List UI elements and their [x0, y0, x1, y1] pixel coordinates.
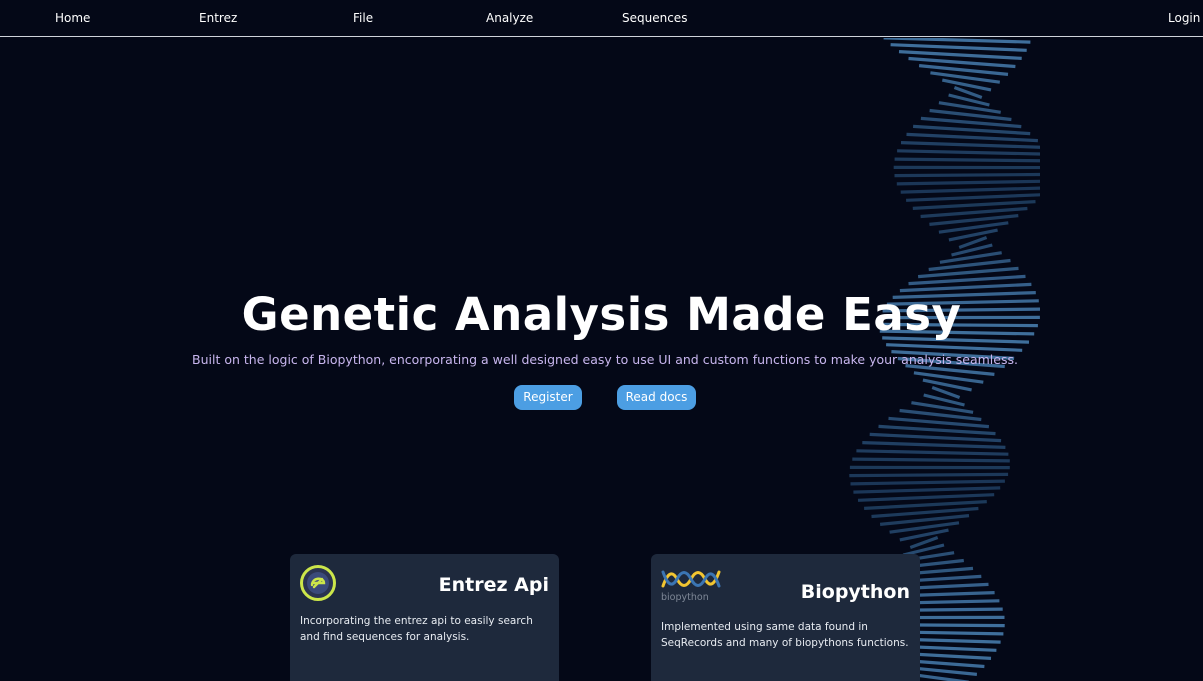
nav-analyze[interactable]: Analyze	[486, 11, 533, 25]
helix-bar	[886, 343, 1023, 352]
helix-bar	[853, 486, 1001, 494]
helix-bar	[900, 186, 1040, 194]
helix-bar	[948, 93, 990, 107]
hero-title: Genetic Analysis Made Easy	[241, 288, 962, 341]
biopython-card: biopython Biopython Implemented using sa…	[651, 554, 920, 681]
read-docs-button[interactable]: Read docs	[617, 385, 696, 410]
helix-bar	[849, 472, 1009, 478]
register-button[interactable]: Register	[514, 385, 582, 410]
entrez-api-card: Entrez Api Incorporating the entrez api …	[290, 554, 559, 681]
hero-subtitle: Built on the logic of Biopython, encorpo…	[192, 352, 1018, 367]
helix-bar	[864, 500, 987, 510]
card-description: Incorporating the entrez api to easily s…	[300, 615, 533, 643]
entrez-logo-icon	[300, 565, 336, 601]
helix-bar	[931, 385, 961, 400]
nav-file[interactable]: File	[353, 11, 373, 25]
card-title: Entrez Api	[438, 574, 549, 596]
helix-bar	[906, 193, 1040, 202]
helix-bar	[930, 71, 1001, 84]
helix-bar	[894, 172, 1040, 178]
helix-bar	[900, 141, 1040, 149]
helix-bar	[938, 221, 1009, 234]
nav-login[interactable]: Login	[1168, 11, 1200, 25]
card-title: Biopython	[800, 581, 910, 603]
helix-bar	[912, 200, 1036, 210]
helix-bar	[922, 378, 972, 392]
top-nav: Home Entrez File Analyze Sequences Login	[0, 0, 1203, 37]
helix-bar	[850, 479, 1005, 486]
helix-bar	[869, 432, 1002, 443]
biopython-logo-icon	[661, 570, 721, 588]
helix-bar	[898, 50, 1022, 60]
helix-bar	[939, 251, 1002, 264]
helix-bar	[857, 493, 995, 502]
helix-bar	[948, 228, 998, 242]
helix-bar	[878, 424, 996, 436]
helix-bar	[894, 157, 1040, 163]
helix-bar	[862, 441, 1006, 449]
nav-home[interactable]: Home	[55, 11, 90, 25]
helix-bar	[890, 43, 1027, 52]
helix-bar	[896, 179, 1040, 186]
helix-bar	[906, 132, 1038, 143]
biopython-logo-text: biopython	[661, 592, 709, 603]
helix-bar	[899, 528, 949, 542]
helix-bar	[856, 449, 1009, 456]
helix-bar	[897, 149, 1040, 156]
nav-sequences[interactable]: Sequences	[622, 11, 687, 25]
helix-bar	[883, 38, 1031, 44]
nav-entrez[interactable]: Entrez	[199, 11, 237, 25]
helix-bar	[852, 457, 1010, 463]
page: Home Entrez File Analyze Sequences Login…	[0, 0, 1203, 681]
card-description: Implemented using same data found in Seq…	[661, 621, 909, 649]
helix-bar	[938, 101, 1001, 114]
